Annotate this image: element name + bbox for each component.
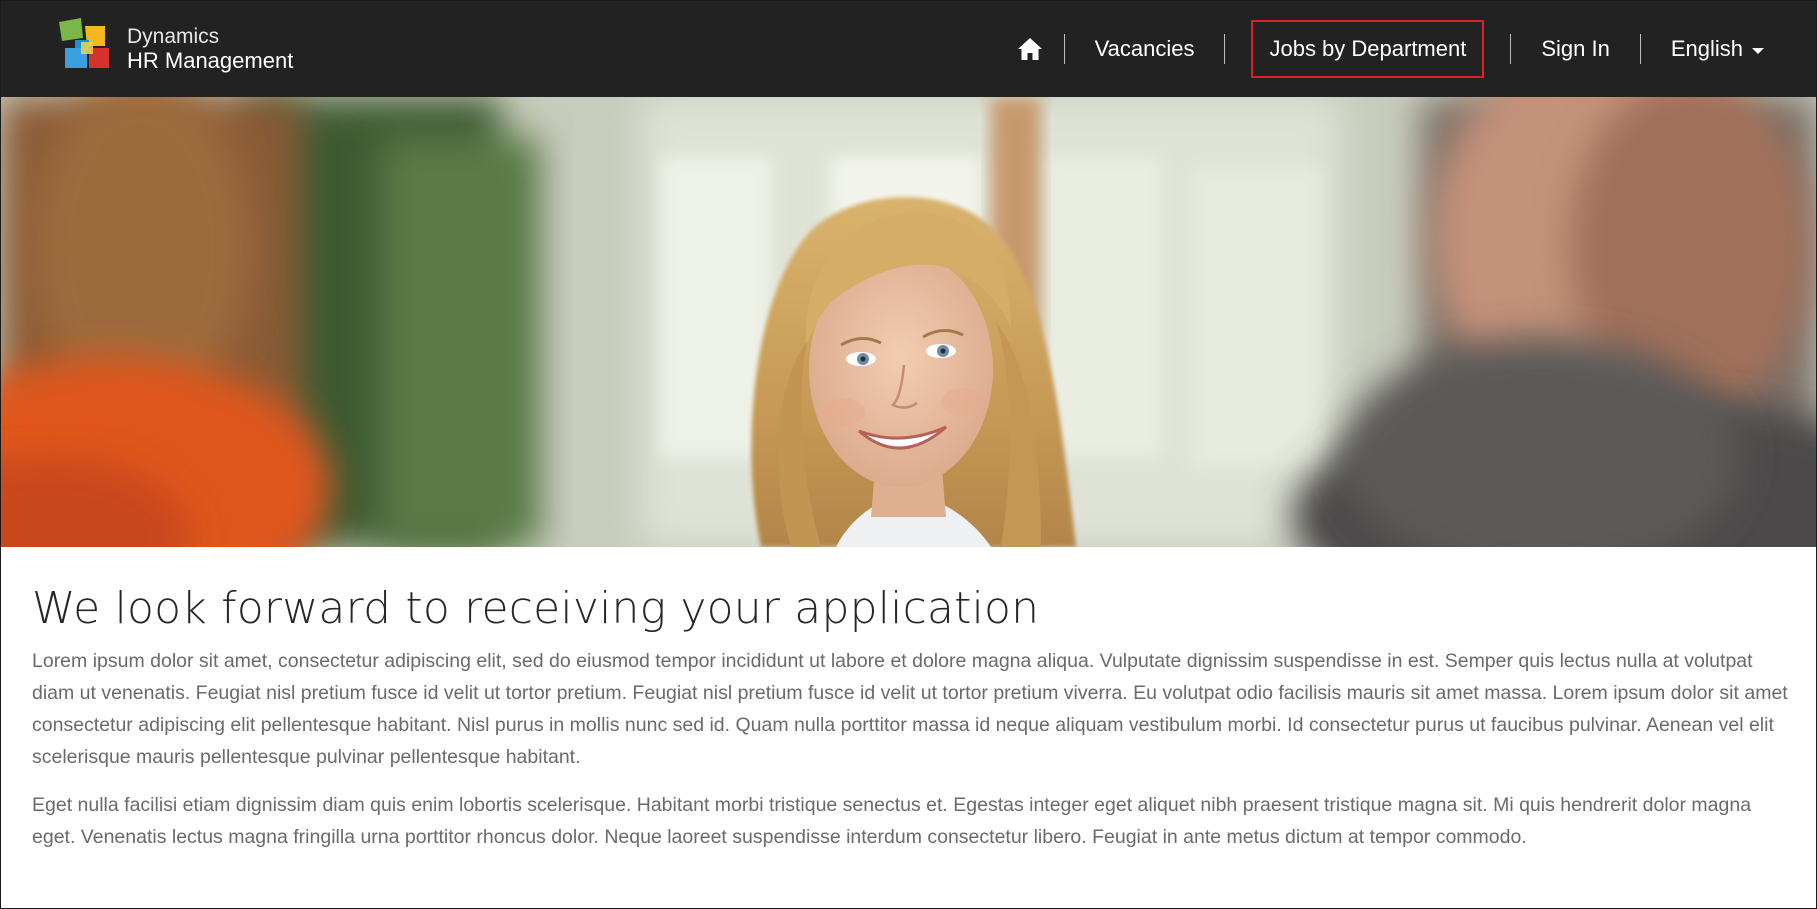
nav-item-vacancies[interactable]: Vacancies <box>1065 1 1225 97</box>
caret-down-icon <box>1752 47 1764 54</box>
language-selector[interactable]: English <box>1641 1 1816 97</box>
hero-photo <box>1 97 1816 547</box>
logo-icon <box>59 18 109 68</box>
intro-paragraph-2: Eget nulla facilisi etiam dignissim diam… <box>32 794 1752 848</box>
brand-logo[interactable]: Dynamics HR Management <box>59 18 309 80</box>
brand-line-2: HR Management <box>127 48 294 73</box>
language-label: English <box>1670 36 1743 61</box>
page-headline: We look forward to receiving your applic… <box>32 583 1040 634</box>
brand-name: Dynamics HR Management <box>127 25 293 73</box>
nav-item-label: Vacancies <box>1094 36 1195 61</box>
nav-item-label: Jobs by Department <box>1251 20 1485 78</box>
nav-divider <box>1224 34 1226 64</box>
intro-paragraph-1: Lorem ipsum dolor sit amet, consectetur … <box>32 650 1788 768</box>
nav-item-label: Sign In <box>1541 36 1610 61</box>
hero-banner <box>1 97 1816 547</box>
page: Dynamics HR Management Vacancies Jobs by… <box>0 0 1817 909</box>
nav-item-sign-in[interactable]: Sign In <box>1511 1 1640 97</box>
home-button[interactable] <box>996 1 1064 97</box>
brand-line-1: Dynamics <box>127 25 220 48</box>
home-icon <box>1017 38 1042 60</box>
main-nav: Vacancies Jobs by Department Sign In Eng… <box>996 1 1816 97</box>
nav-item-jobs-by-department[interactable]: Jobs by Department <box>1237 1 1498 97</box>
main-content: We look forward to receiving your applic… <box>32 579 1792 853</box>
top-navigation-bar: Dynamics HR Management Vacancies Jobs by… <box>1 1 1816 97</box>
